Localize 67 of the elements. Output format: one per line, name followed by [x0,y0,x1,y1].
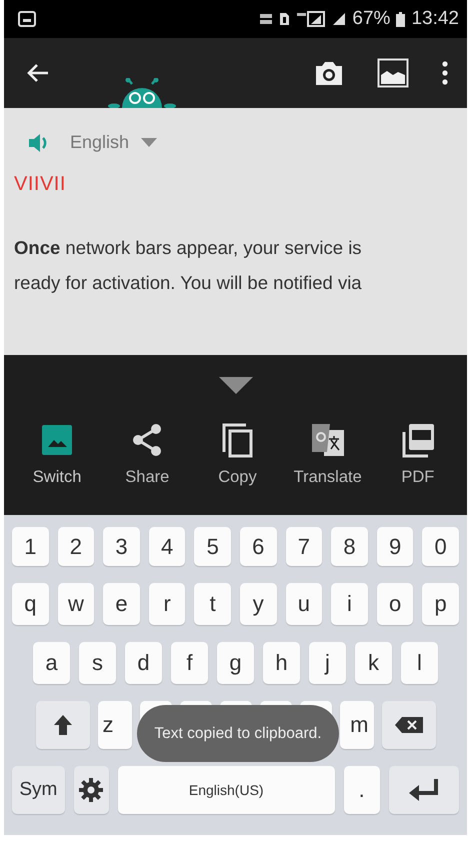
action-button[interactable]: Share [102,422,192,487]
settings-icon [78,777,104,803]
key[interactable]: f [171,642,208,684]
battery-level: 67% [352,8,390,30]
enter-icon [408,777,440,803]
lte-signal-icon [296,11,326,27]
action-button[interactable]: PDF [372,422,463,487]
action-button[interactable]: Switch [12,422,102,487]
key[interactable]: 5 [194,527,231,566]
key[interactable]: g [217,642,254,684]
key[interactable]: 8 [331,527,368,566]
clipboard-toast: Text copied to clipboard. [137,705,339,762]
key[interactable]: 9 [376,527,414,566]
collapse-icon[interactable] [218,377,252,394]
key[interactable]: . [344,766,380,814]
shift-icon [52,714,72,736]
key[interactable]: o [376,583,414,625]
key[interactable]: t [194,583,231,625]
key[interactable]: e [103,583,140,625]
key[interactable]: q [12,583,49,625]
robot-mascot-icon [108,78,176,108]
result-title: VIIVII [14,173,67,196]
screenshot-icon [18,11,36,27]
space-key[interactable]: English(US) [118,766,335,814]
key[interactable]: 6 [240,527,277,566]
action-button[interactable]: Copy [192,422,283,487]
key[interactable]: 2 [58,527,94,566]
text-line: ready for activation. You will be notified via [14,271,363,295]
gallery-icon[interactable] [377,58,409,88]
key[interactable]: w [58,583,94,625]
pdf-icon [400,422,436,458]
key[interactable]: a [33,642,70,684]
camera-icon[interactable] [313,59,345,87]
key[interactable]: m [340,701,374,749]
key[interactable]: k [355,642,392,684]
key[interactable]: r [148,583,186,625]
key[interactable]: y [240,583,277,625]
key[interactable]: d [125,642,162,684]
key[interactable]: l [401,642,438,684]
key[interactable]: h [263,642,300,684]
action-button[interactable]: Translate [282,422,373,487]
signal-icon [332,12,346,26]
key[interactable]: 0 [422,527,459,566]
key[interactable]: 4 [148,527,186,566]
key[interactable]: 3 [103,527,140,566]
translate-icon [310,422,346,458]
back-icon[interactable] [26,63,50,83]
symbols-key[interactable]: Sym [12,766,65,814]
text-line: Once network bars appear, your service is [14,236,363,260]
key[interactable]: z [98,701,132,749]
sim-icon [279,12,290,26]
key[interactable]: u [286,583,322,625]
key[interactable]: j [309,642,346,684]
clock: 13:42 [411,8,459,30]
key[interactable]: 7 [286,527,322,566]
key[interactable]: i [331,583,368,625]
battery-icon [396,12,406,26]
key[interactable]: 1 [12,527,49,566]
key[interactable]: p [422,583,459,625]
shift-key[interactable] [36,701,90,749]
backspace-key[interactable] [382,701,436,749]
settings-key[interactable] [74,766,109,814]
caret-icon [141,138,158,147]
enter-key[interactable] [388,766,460,814]
more-icon[interactable] [441,61,449,85]
key[interactable]: s [79,642,116,684]
backspace-icon [394,716,424,734]
